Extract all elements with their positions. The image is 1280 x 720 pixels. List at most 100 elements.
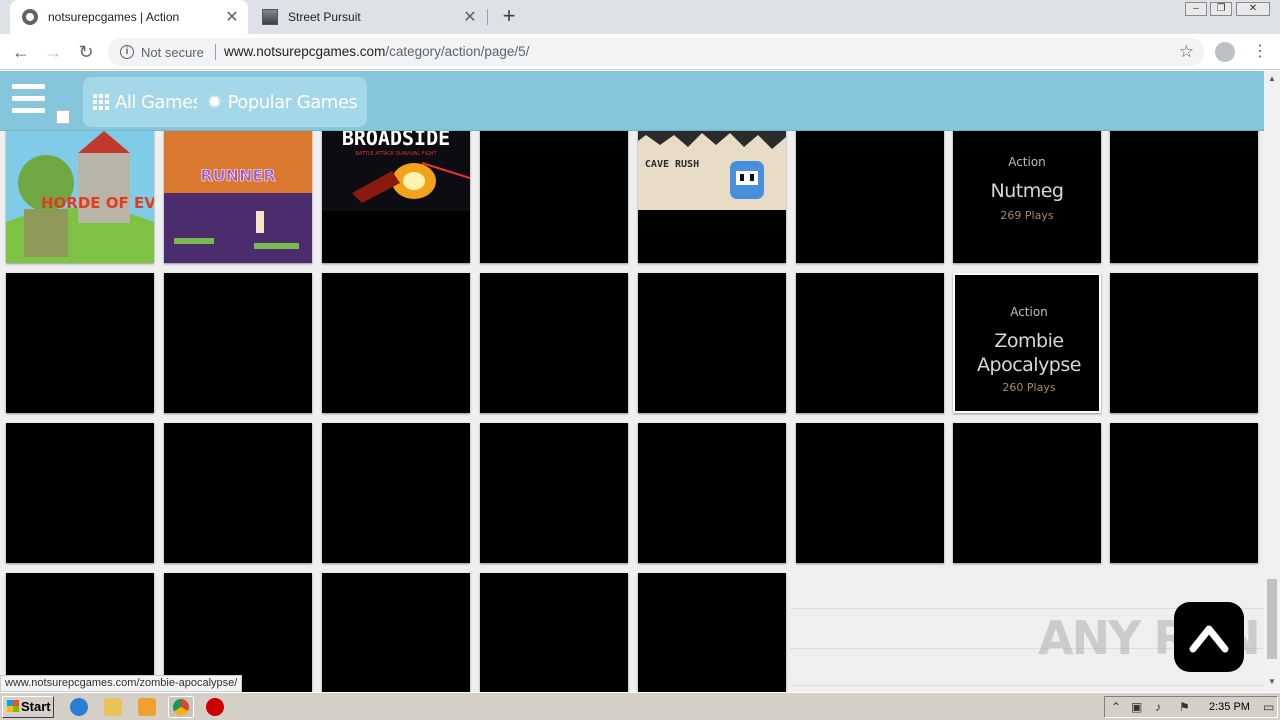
omnibox-divider bbox=[215, 44, 216, 60]
tab-strip: notsurepcgames | Action ✕ Street Pursuit… bbox=[0, 0, 1280, 34]
scrollbar-thumb[interactable] bbox=[1267, 579, 1277, 659]
game-card[interactable] bbox=[1110, 123, 1258, 263]
hamburger-menu-icon[interactable] bbox=[12, 84, 45, 116]
url-text[interactable]: www.notsurepcgames.com/category/action/p… bbox=[224, 44, 529, 59]
show-desktop-icon[interactable]: ▭ bbox=[1263, 700, 1274, 714]
taskbar: Start ⌃ ▣ ♪ ⚑ 2:35 PM ▭ bbox=[0, 692, 1280, 720]
bookmark-star-icon[interactable]: ☆ bbox=[1179, 42, 1194, 62]
popular-games-button[interactable]: ✹ Popular Games bbox=[197, 77, 368, 127]
game-card[interactable] bbox=[480, 273, 628, 413]
flag-icon[interactable]: ⚑ bbox=[1179, 700, 1190, 714]
forward-arrow-icon[interactable]: → bbox=[41, 40, 65, 64]
new-tab-button[interactable]: + bbox=[498, 4, 520, 28]
game-card-cave-rush[interactable]: CAVE RUSH bbox=[638, 123, 786, 263]
close-window-button[interactable]: ✕ bbox=[1236, 2, 1270, 16]
game-card[interactable] bbox=[796, 273, 944, 413]
globe-icon bbox=[22, 9, 38, 25]
url-host: www.notsurepcgames.com bbox=[224, 44, 386, 59]
scroll-to-top-button[interactable] bbox=[1174, 602, 1244, 672]
runner-thumb-text: RUNNER bbox=[200, 166, 275, 185]
windows-logo-icon bbox=[7, 700, 19, 712]
chrome-taskbar-button[interactable] bbox=[168, 696, 194, 718]
site-header: All Games ✹ Popular Games bbox=[0, 71, 1264, 131]
start-label: Start bbox=[21, 699, 51, 714]
popular-games-label: Popular Games bbox=[227, 91, 358, 113]
security-label: Not secure bbox=[141, 45, 204, 60]
tray-expand-icon[interactable]: ⌃ bbox=[1111, 700, 1121, 714]
back-arrow-icon[interactable]: ← bbox=[9, 40, 33, 64]
game-card[interactable] bbox=[1110, 423, 1258, 563]
all-games-label: All Games bbox=[115, 91, 202, 113]
game-card[interactable] bbox=[480, 123, 628, 263]
page-viewport: All Games ✹ Popular Games HORDE OF EVIL bbox=[0, 71, 1264, 692]
grid-icon bbox=[93, 94, 109, 110]
card-category: Action bbox=[1010, 305, 1048, 319]
profile-avatar-icon[interactable] bbox=[1215, 42, 1235, 62]
game-card-horde-of-evil[interactable]: HORDE OF EVIL bbox=[6, 123, 154, 263]
tab-divider bbox=[487, 9, 488, 25]
card-meta: Action Nutmeg 269 Plays bbox=[953, 155, 1101, 222]
card-category: Action bbox=[1008, 155, 1046, 169]
game-card[interactable] bbox=[164, 423, 312, 563]
all-games-button[interactable]: All Games bbox=[83, 77, 212, 127]
broadside-sub-text: BATTLE ATTACK SURVIVAL FIGHT bbox=[355, 151, 437, 157]
game-card[interactable] bbox=[6, 273, 154, 413]
game-card-zombie-apocalypse[interactable]: Action Zombie Apocalypse 260 Plays bbox=[953, 273, 1101, 413]
game-card[interactable] bbox=[322, 573, 470, 692]
opera-icon[interactable] bbox=[206, 698, 224, 716]
scroll-up-arrow-icon[interactable]: ▲ bbox=[1268, 74, 1276, 83]
browser-toolbar: ← → ↻ i Not secure www.notsurepcgames.co… bbox=[0, 34, 1280, 70]
cave-thumb-text: CAVE RUSH bbox=[645, 159, 699, 170]
url-path: /category/action/page/5/ bbox=[385, 44, 530, 59]
starburst-icon: ✹ bbox=[207, 91, 222, 113]
reload-icon[interactable]: ↻ bbox=[74, 40, 98, 64]
game-card-nutmeg[interactable]: Action Nutmeg 269 Plays bbox=[953, 123, 1101, 263]
game-card[interactable] bbox=[796, 423, 944, 563]
ie-icon[interactable] bbox=[70, 698, 88, 716]
game-card[interactable] bbox=[638, 273, 786, 413]
chrome-icon bbox=[173, 699, 189, 715]
game-card[interactable] bbox=[1110, 273, 1258, 413]
clock[interactable]: 2:35 PM bbox=[1209, 701, 1250, 713]
chrome-menu-icon[interactable]: ⋮ bbox=[1252, 40, 1268, 64]
broadside-thumbnail: BROADSIDE BATTLE ATTACK SURVIVAL FIGHT bbox=[322, 123, 470, 211]
game-card[interactable] bbox=[322, 423, 470, 563]
game-card[interactable] bbox=[638, 573, 786, 692]
game-card[interactable] bbox=[638, 423, 786, 563]
card-title: Nutmeg bbox=[990, 180, 1064, 202]
game-card-pixel-runner[interactable]: RUNNER bbox=[164, 123, 312, 263]
game-card[interactable] bbox=[164, 273, 312, 413]
game-card[interactable] bbox=[480, 423, 628, 563]
game-card[interactable] bbox=[322, 273, 470, 413]
minimize-button[interactable]: ‒ bbox=[1185, 2, 1207, 16]
card-plays: 260 Plays bbox=[1002, 381, 1056, 394]
tab-notsurepcgames[interactable]: notsurepcgames | Action ✕ bbox=[10, 0, 248, 34]
card-plays: 269 Plays bbox=[1000, 209, 1054, 222]
tab-title: Street Pursuit bbox=[288, 10, 361, 24]
restore-button[interactable]: ❐ bbox=[1210, 2, 1232, 16]
explorer-folder-icon[interactable] bbox=[104, 698, 122, 716]
game-card[interactable] bbox=[796, 123, 944, 263]
tab-title: notsurepcgames | Action bbox=[48, 10, 180, 24]
game-card-broadside[interactable]: BROADSIDE BATTLE ATTACK SURVIVAL FIGHT bbox=[322, 123, 470, 263]
ruled-line bbox=[790, 685, 1264, 686]
address-bar[interactable]: i Not secure www.notsurepcgames.com/cate… bbox=[108, 38, 1204, 66]
close-tab-icon[interactable]: ✕ bbox=[222, 7, 242, 27]
system-tray: ⌃ ▣ ♪ ⚑ 2:35 PM ▭ bbox=[1104, 696, 1278, 718]
horde-thumb-text: HORDE OF EVIL bbox=[41, 194, 154, 212]
info-icon[interactable]: i bbox=[120, 45, 134, 59]
cave-rush-thumbnail: CAVE RUSH bbox=[638, 123, 786, 210]
media-player-icon[interactable] bbox=[138, 698, 156, 716]
page-scrollbar[interactable]: ▲ ▼ bbox=[1264, 71, 1280, 692]
card-title: Zombie Apocalypse bbox=[977, 330, 1081, 376]
broken-logo-image[interactable] bbox=[56, 110, 70, 124]
start-button[interactable]: Start bbox=[2, 696, 54, 718]
close-tab-icon[interactable]: ✕ bbox=[460, 7, 480, 27]
game-card[interactable] bbox=[953, 423, 1101, 563]
scroll-down-arrow-icon[interactable]: ▼ bbox=[1268, 677, 1276, 686]
game-card[interactable] bbox=[480, 573, 628, 692]
volume-icon[interactable]: ♪ bbox=[1155, 700, 1161, 714]
network-icon[interactable]: ▣ bbox=[1131, 700, 1142, 714]
game-card[interactable] bbox=[6, 423, 154, 563]
tab-street-pursuit[interactable]: Street Pursuit ✕ bbox=[250, 0, 486, 34]
